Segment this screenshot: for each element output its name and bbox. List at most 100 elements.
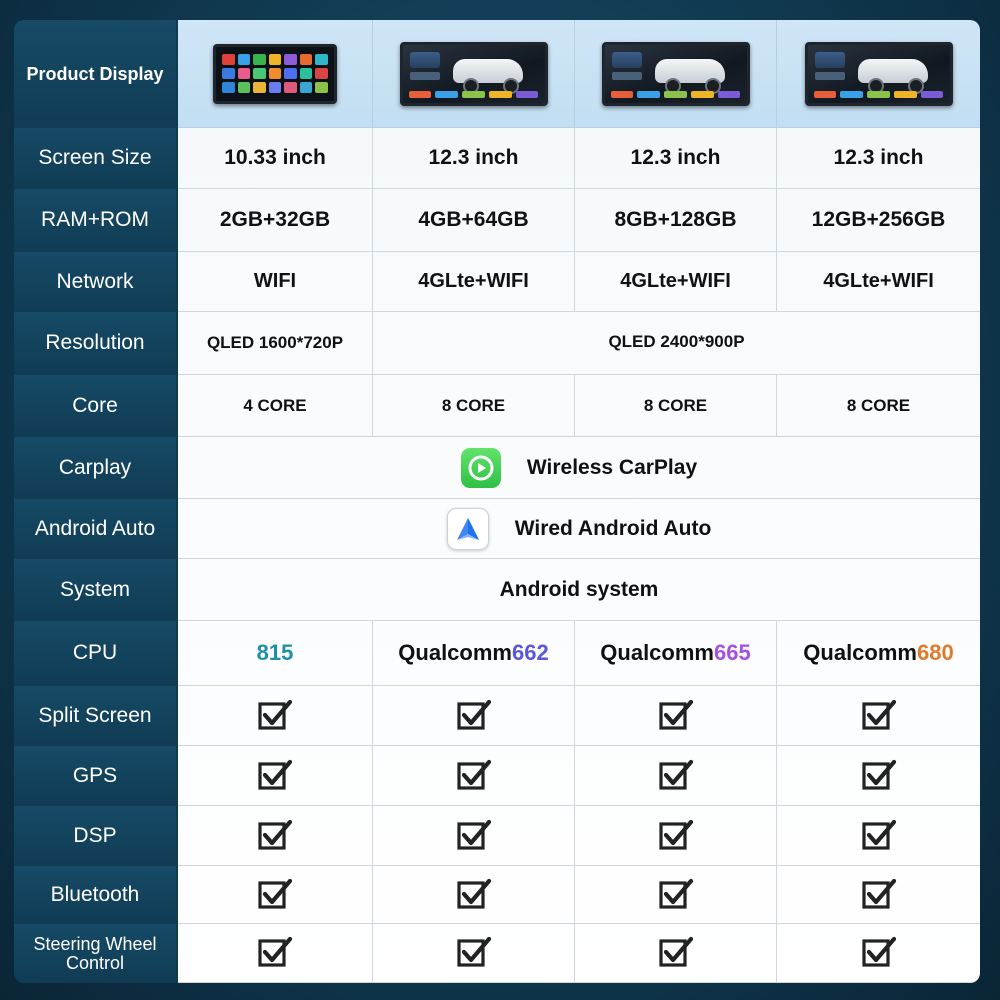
checkbox-checked-icon bbox=[658, 699, 693, 730]
cpu-model-number: 662 bbox=[511, 640, 549, 665]
screen-size-value: 12.3 inch bbox=[777, 128, 980, 189]
gps-support bbox=[575, 746, 777, 806]
steering-wheel-control-support bbox=[777, 924, 980, 983]
carplay-icon bbox=[460, 447, 501, 488]
screen-size-value: 12.3 inch bbox=[373, 128, 575, 189]
row-label-cpu: CPU bbox=[14, 621, 176, 688]
cpu-model-number: 665 bbox=[713, 640, 751, 665]
bluetooth-support bbox=[178, 866, 373, 924]
steering-wheel-control-support bbox=[373, 924, 575, 983]
checkbox-checked-icon bbox=[258, 936, 293, 967]
product-screen-image bbox=[399, 41, 548, 106]
gps-support bbox=[373, 746, 575, 806]
row-label-network: Network bbox=[14, 252, 176, 314]
carplay-label: Wireless CarPlay bbox=[526, 455, 698, 479]
checkbox-checked-icon bbox=[861, 936, 896, 967]
checkbox-checked-icon bbox=[658, 878, 693, 909]
resolution-value: QLED 1600*720P bbox=[178, 312, 373, 375]
checkbox-checked-icon bbox=[258, 819, 293, 850]
cpu-value: Qualcomm 662 bbox=[373, 621, 575, 686]
system-value: Android system bbox=[178, 559, 980, 621]
checkbox-checked-icon bbox=[258, 699, 293, 730]
row-label-system: System bbox=[14, 559, 176, 623]
split-screen-support bbox=[178, 686, 373, 746]
product-image-cell bbox=[178, 20, 373, 128]
screen-size-value: 12.3 inch bbox=[575, 128, 777, 189]
checkbox-checked-icon bbox=[456, 759, 491, 790]
core-value: 8 CORE bbox=[373, 375, 575, 437]
row-label-gps: GPS bbox=[14, 746, 176, 808]
network-value: 4GLte+WIFI bbox=[373, 252, 575, 312]
android-auto-label: Wired Android Auto bbox=[514, 516, 712, 540]
checkbox-checked-icon bbox=[258, 759, 293, 790]
checkbox-checked-icon bbox=[456, 878, 491, 909]
ram-rom-value: 2GB+32GB bbox=[178, 189, 373, 252]
dsp-support bbox=[575, 806, 777, 866]
checkbox-checked-icon bbox=[456, 936, 491, 967]
android-auto-value: Wired Android Auto bbox=[178, 499, 980, 559]
dsp-support bbox=[777, 806, 980, 866]
steering-wheel-control-support bbox=[178, 924, 373, 983]
row-label-resolution: Resolution bbox=[14, 312, 176, 377]
dsp-support bbox=[373, 806, 575, 866]
resolution-value-shared: QLED 2400*900P bbox=[373, 312, 980, 375]
cpu-brand: Qualcomm bbox=[398, 640, 512, 665]
steering-wheel-control-support bbox=[575, 924, 777, 983]
network-value: 4GLte+WIFI bbox=[777, 252, 980, 312]
row-label-split-screen: Split Screen bbox=[14, 686, 176, 748]
split-screen-support bbox=[575, 686, 777, 746]
cpu-model-number: 680 bbox=[916, 640, 954, 665]
checkbox-checked-icon bbox=[258, 878, 293, 909]
split-screen-support bbox=[373, 686, 575, 746]
row-label-android-auto: Android Auto bbox=[14, 499, 176, 561]
cpu-brand: Qualcomm bbox=[600, 640, 714, 665]
gps-support bbox=[178, 746, 373, 806]
product-image-cell bbox=[777, 20, 980, 128]
checkbox-checked-icon bbox=[861, 699, 896, 730]
split-screen-support bbox=[777, 686, 980, 746]
app-grid bbox=[222, 53, 328, 94]
row-label-product-display: Product Display bbox=[14, 20, 176, 130]
product-screen-image bbox=[601, 41, 750, 106]
product-screen-image bbox=[213, 43, 337, 104]
product-image-cell bbox=[373, 20, 575, 128]
product-screen-image bbox=[804, 41, 953, 106]
row-label-ram-rom: RAM+ROM bbox=[14, 189, 176, 254]
gps-support bbox=[777, 746, 980, 806]
carplay-value: Wireless CarPlay bbox=[178, 437, 980, 499]
ram-rom-value: 12GB+256GB bbox=[777, 189, 980, 252]
checkbox-checked-icon bbox=[861, 819, 896, 850]
checkbox-checked-icon bbox=[658, 819, 693, 850]
core-value: 8 CORE bbox=[777, 375, 980, 437]
bluetooth-support bbox=[373, 866, 575, 924]
ram-rom-value: 4GB+64GB bbox=[373, 189, 575, 252]
core-value: 4 CORE bbox=[178, 375, 373, 437]
cpu-value: Qualcomm 665 bbox=[575, 621, 777, 686]
cpu-value: Qualcomm 680 bbox=[777, 621, 980, 686]
checkbox-checked-icon bbox=[456, 699, 491, 730]
checkbox-checked-icon bbox=[861, 878, 896, 909]
network-value: WIFI bbox=[178, 252, 373, 312]
row-label-screen-size: Screen Size bbox=[14, 128, 176, 191]
product-image-cell bbox=[575, 20, 777, 128]
bluetooth-support bbox=[575, 866, 777, 924]
row-label-bluetooth: Bluetooth bbox=[14, 866, 176, 926]
checkbox-checked-icon bbox=[456, 819, 491, 850]
bluetooth-support bbox=[777, 866, 980, 924]
comparison-table: Product Display Screen Size RAM+ROM Netw… bbox=[14, 20, 980, 983]
row-label-core: Core bbox=[14, 375, 176, 439]
ram-rom-value: 8GB+128GB bbox=[575, 189, 777, 252]
network-value: 4GLte+WIFI bbox=[575, 252, 777, 312]
row-label-carplay: Carplay bbox=[14, 437, 176, 501]
row-label-steering-wheel-control: Steering Wheel Control bbox=[14, 924, 176, 983]
core-value: 8 CORE bbox=[575, 375, 777, 437]
cpu-value: 815 bbox=[178, 621, 373, 686]
row-label-dsp: DSP bbox=[14, 806, 176, 868]
dsp-support bbox=[178, 806, 373, 866]
checkbox-checked-icon bbox=[658, 759, 693, 790]
checkbox-checked-icon bbox=[658, 936, 693, 967]
android-auto-icon bbox=[446, 507, 489, 550]
cpu-model-number: 815 bbox=[256, 640, 294, 665]
screen-size-value: 10.33 inch bbox=[178, 128, 373, 189]
checkbox-checked-icon bbox=[861, 759, 896, 790]
